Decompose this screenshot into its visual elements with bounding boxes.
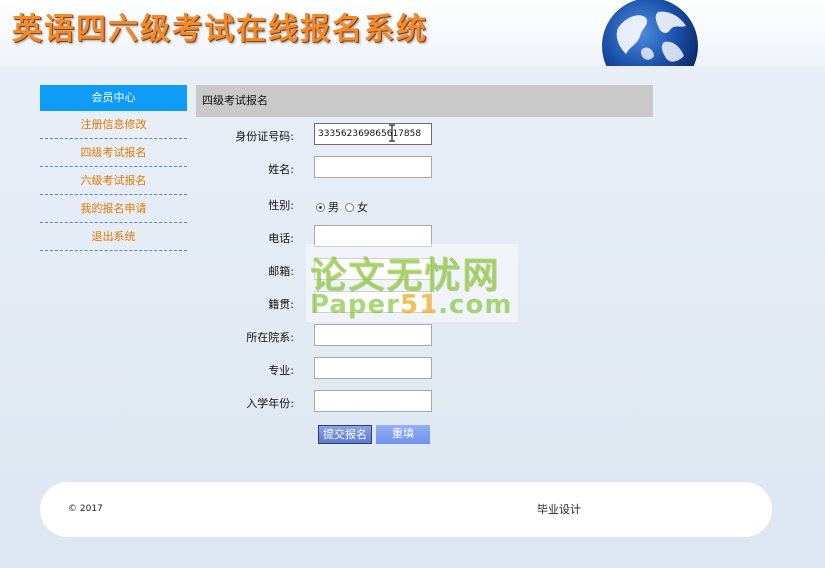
gender-male-radio[interactable] — [316, 202, 325, 212]
watermark-url: Paper51.com — [310, 290, 512, 320]
department-label: 所在院系: — [246, 331, 294, 344]
text-cursor-icon — [389, 124, 395, 142]
footer-note: 毕业设计 — [537, 503, 581, 516]
gender-male-label[interactable]: 男 — [328, 199, 339, 215]
form-row-id-number: 身份证号码: — [196, 123, 496, 147]
department-input[interactable] — [314, 324, 432, 346]
phone-label: 电话: — [268, 232, 294, 245]
form-row-department: 所在院系: — [196, 324, 496, 348]
name-label: 姓名: — [268, 163, 294, 176]
globe-icon — [600, 0, 700, 66]
panel-title: 四级考试报名 — [196, 85, 653, 117]
submit-button[interactable]: 提交报名 — [318, 425, 372, 444]
name-input[interactable] — [314, 156, 432, 178]
form-row-major: 专业: — [196, 357, 496, 381]
form-row-name: 姓名: — [196, 156, 496, 180]
hometown-label: 籍贯: — [268, 298, 294, 311]
sidebar: 会员中心 注册信息修改 四级考试报名 六级考试报名 我的报名申请 退出系统 — [40, 85, 187, 251]
form-row-gender: 性别: 男 女 — [196, 192, 496, 216]
sidebar-item-cet6-registration[interactable]: 六级考试报名 — [40, 167, 187, 195]
sidebar-item-logout[interactable]: 退出系统 — [40, 223, 187, 251]
watermark-url-prefix: Paper — [310, 290, 400, 320]
copyright: © 2017 — [68, 504, 103, 514]
sidebar-heading: 会员中心 — [40, 85, 187, 111]
gender-radio-group: 男 女 — [316, 199, 374, 215]
watermark-url-suffix: .com — [438, 290, 513, 320]
site-title: 英语四六级考试在线报名系统 — [12, 12, 428, 47]
gender-female-radio[interactable] — [345, 202, 354, 212]
sidebar-item-cet4-registration[interactable]: 四级考试报名 — [40, 139, 187, 167]
gender-female-label[interactable]: 女 — [357, 199, 368, 215]
sidebar-item-my-applications[interactable]: 我的报名申请 — [40, 195, 187, 223]
major-label: 专业: — [268, 364, 294, 377]
enroll-year-label: 入学年份: — [246, 397, 294, 410]
enroll-year-input[interactable] — [314, 390, 432, 412]
id-number-label: 身份证号码: — [235, 130, 294, 143]
footer: © 2017 毕业设计 — [40, 482, 772, 537]
gender-label: 性别: — [268, 199, 294, 212]
watermark-url-highlight: 51 — [399, 290, 439, 320]
sidebar-item-edit-registration[interactable]: 注册信息修改 — [40, 111, 187, 139]
header: 英语四六级考试在线报名系统 — [0, 0, 825, 66]
form-row-enroll-year: 入学年份: — [196, 390, 496, 414]
reset-button[interactable]: 重填 — [376, 425, 430, 444]
major-input[interactable] — [314, 357, 432, 379]
watermark: 论文无忧网 Paper51.com — [306, 244, 518, 322]
email-label: 邮箱: — [268, 265, 294, 278]
id-number-input[interactable] — [314, 123, 432, 145]
